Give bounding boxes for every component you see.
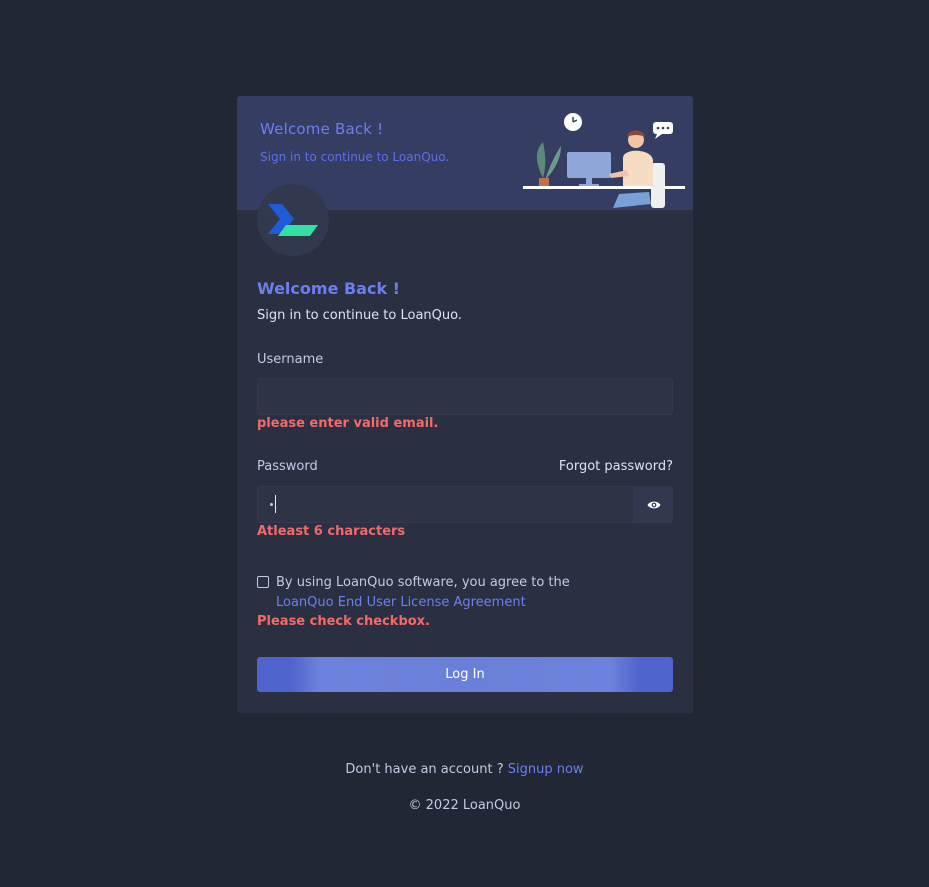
login-button[interactable]: Log In: [257, 657, 673, 692]
loanquo-logo-icon: [268, 204, 318, 236]
signup-link[interactable]: Signup now: [508, 762, 584, 777]
password-mask-dot: [270, 503, 273, 506]
username-input[interactable]: [257, 378, 673, 415]
banner-subtitle: Sign in to continue to LoanQuo.: [260, 150, 450, 164]
agree-text: By using LoanQuo software, you agree to …: [276, 575, 570, 590]
copyright: © 2022 LoanQuo: [408, 798, 521, 813]
login-card: Welcome Back ! Sign in to continue to Lo…: [237, 96, 693, 713]
signup-prompt: Don't have an account ? Signup now: [0, 762, 929, 777]
eye-icon: [647, 501, 660, 508]
username-error: please enter valid email.: [257, 416, 439, 431]
password-input[interactable]: [257, 486, 634, 523]
desk-illustration: [523, 113, 685, 208]
banner-title: Welcome Back !: [260, 120, 384, 138]
toggle-password-button[interactable]: [634, 486, 673, 523]
agree-checkbox[interactable]: [257, 576, 269, 588]
forgot-password-link[interactable]: Forgot password?: [559, 459, 673, 474]
page-title: Welcome Back !: [257, 279, 400, 298]
username-label: Username: [257, 352, 324, 367]
no-account-text: Don't have an account ?: [345, 762, 504, 777]
text-cursor: [275, 495, 276, 513]
page-subtitle: Sign in to continue to LoanQuo.: [257, 308, 462, 323]
checkbox-error: Please check checkbox.: [257, 614, 430, 629]
password-error: Atleast 6 characters: [257, 524, 406, 539]
password-label: Password: [257, 459, 318, 474]
logo-avatar: [257, 184, 329, 256]
eula-link[interactable]: LoanQuo End User License Agreement: [276, 595, 526, 610]
